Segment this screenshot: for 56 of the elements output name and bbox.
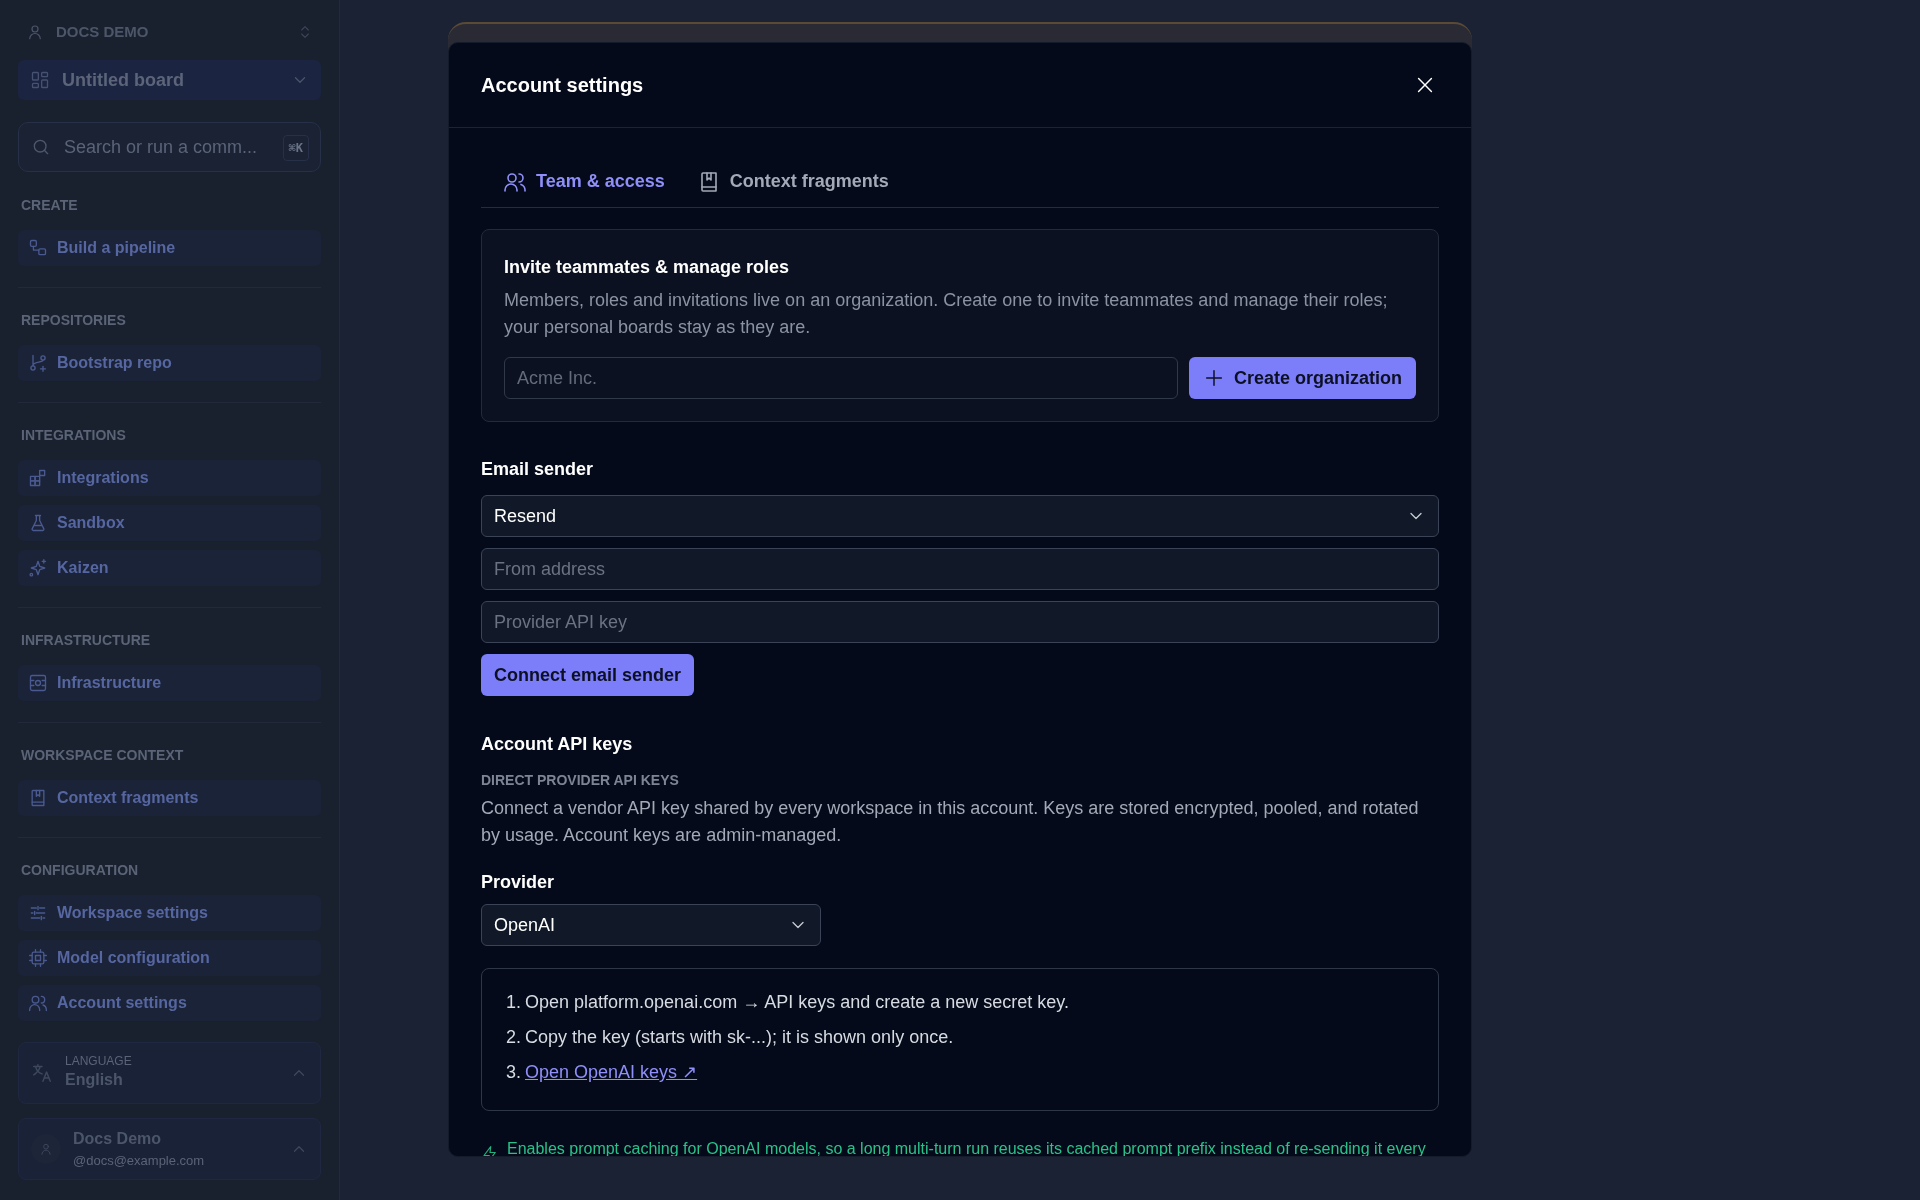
provider-select[interactable]: OpenAI <box>481 904 821 946</box>
search-icon <box>31 137 51 157</box>
board-selector[interactable]: Untitled board <box>18 60 321 100</box>
git-branch-icon <box>28 353 48 373</box>
dialog-title: Account settings <box>481 73 644 98</box>
step-number: 2. <box>506 1026 521 1049</box>
sidebar-item[interactable]: Kaizen <box>18 550 321 586</box>
create-organization-button[interactable]: Create organization <box>1188 357 1416 399</box>
sidebar-item[interactable]: Infrastructure <box>18 665 321 701</box>
section-description: Connect a vendor API key shared by every workspace in this account. Keys are stored encrypted, pooled, and rotated by usage. Account keys are admin-managed. <box>481 797 1420 847</box>
sidebar-item[interactable]: Integrations <box>18 460 321 496</box>
sidebar-item[interactable]: Context fragments <box>18 780 321 816</box>
workspace-name: DOCS DEMO <box>56 21 150 42</box>
section-heading: INTEGRATIONS <box>20 426 127 445</box>
section-heading: WORKSPACE CONTEXT <box>20 746 185 765</box>
card-description: Members, roles and invitations live on an organization. Create one to invite teammates and manage their roles; your personal boards stay as they are. <box>504 289 1389 339</box>
sidebar-item[interactable]: Build a pipeline <box>18 230 321 266</box>
step-text: Open platform.openai.com → API keys and create a new secret key. <box>525 991 1069 1014</box>
blocks-icon <box>28 468 48 488</box>
chip-icon <box>28 948 48 968</box>
sidebar-item[interactable]: Workspace settings <box>18 895 321 931</box>
sidebar-item[interactable]: Bootstrap repo <box>18 345 321 381</box>
pipeline-icon <box>28 238 48 258</box>
step-text: Copy the key (starts with sk-...); it is shown only once. <box>525 1026 954 1049</box>
sidebar-item[interactable]: Model configuration <box>18 940 321 976</box>
section-title: Account API keys <box>481 733 634 756</box>
users-icon <box>28 993 48 1013</box>
connect-email-sender-button[interactable]: Connect email sender <box>481 654 695 696</box>
card-title: Invite teammates & manage roles <box>504 256 791 279</box>
open-keys-link[interactable]: Open OpenAI keys ↗ <box>525 1059 698 1086</box>
sidebar-item[interactable]: Sandbox <box>18 505 321 541</box>
from-address-field[interactable]: From address <box>481 548 1439 590</box>
step-number: 3. <box>506 1061 521 1084</box>
tab[interactable]: Team & access <box>503 168 665 207</box>
tab[interactable]: Context fragments <box>696 168 889 207</box>
step-number: 1. <box>506 991 521 1014</box>
section-heading: INFRASTRUCTURE <box>20 631 152 650</box>
provider-select[interactable]: Resend <box>481 495 1439 537</box>
translate-icon <box>31 1062 53 1084</box>
api-key-field[interactable]: Provider API key <box>481 601 1439 643</box>
board-icon <box>30 70 50 90</box>
section-subtitle: DIRECT PROVIDER API KEYS <box>481 771 680 790</box>
sliders-icon <box>28 903 48 923</box>
server-icon <box>28 673 48 693</box>
sparkle-icon <box>28 558 48 578</box>
sidebar-item[interactable]: Account settings <box>18 985 321 1021</box>
user-icon <box>39 1142 53 1156</box>
flask-icon <box>28 513 48 533</box>
user-icon <box>26 23 44 41</box>
section-heading: CONFIGURATION <box>20 861 140 880</box>
organization-name-field[interactable]: Acme Inc. <box>504 357 1178 399</box>
section-title: Email sender <box>481 458 595 481</box>
section-heading: REPOSITORIES <box>20 311 127 330</box>
field-label: Provider <box>481 871 556 894</box>
shortcut-key: ⌘K <box>282 135 309 161</box>
section-heading: CREATE <box>20 196 79 215</box>
